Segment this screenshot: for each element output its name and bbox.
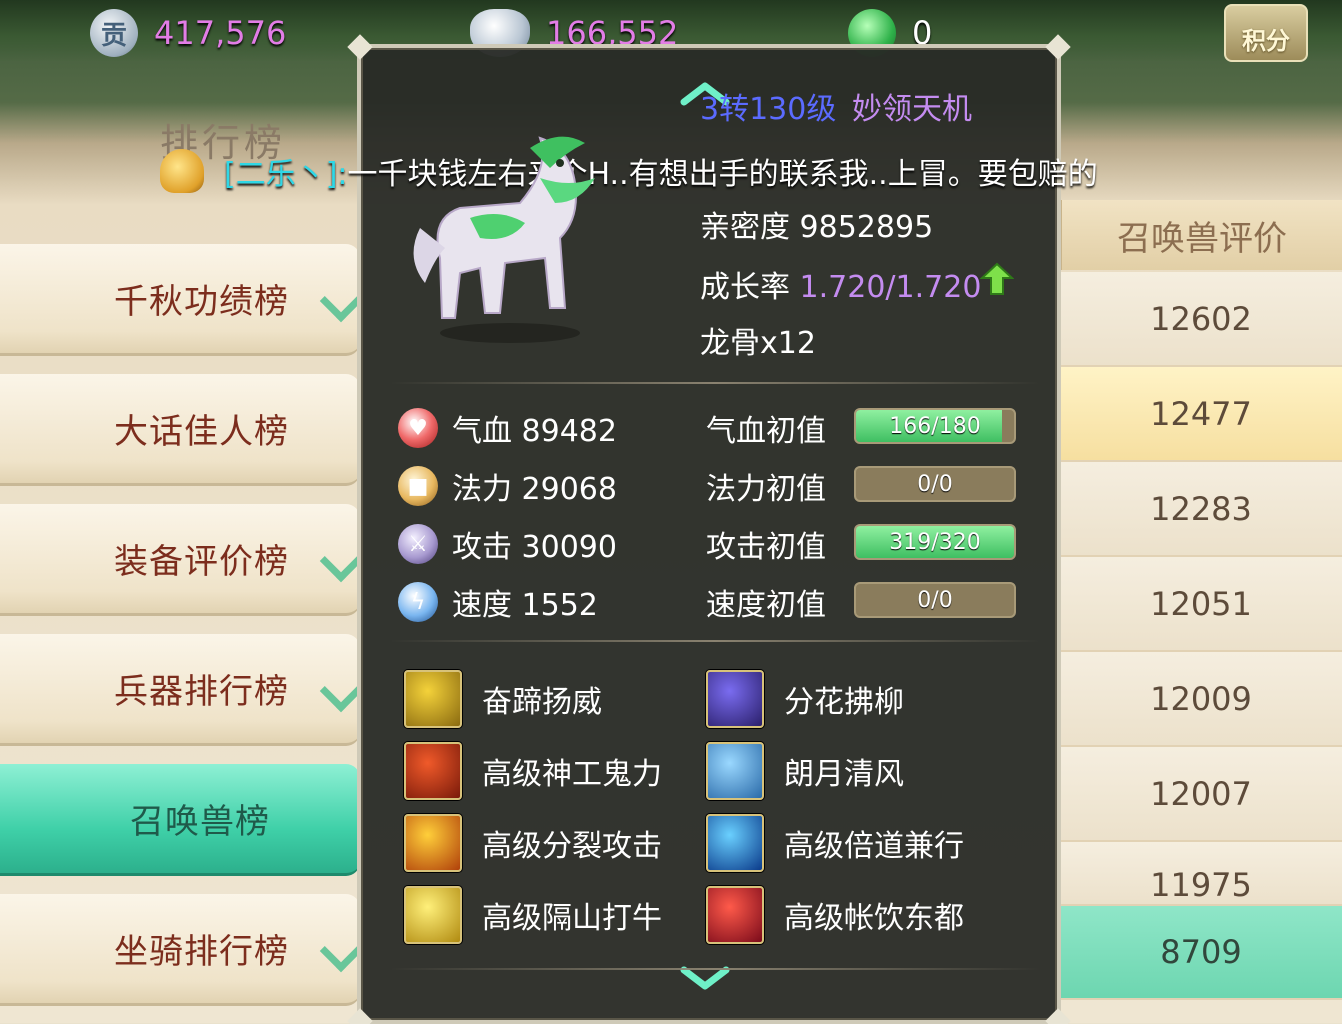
sidebar-item-equipment[interactable]: 装备评价榜 (0, 504, 363, 616)
stat-speed: ϟ 速度 1552 (398, 580, 598, 624)
skill-slot[interactable]: 高级神工鬼力 (404, 742, 662, 800)
skill-icon (706, 742, 764, 800)
divider (390, 968, 1040, 970)
sidebar-item-beauty[interactable]: 大话佳人榜 (0, 374, 360, 486)
bar-text: 166/180 (889, 413, 981, 439)
pet-item: 龙骨x12 (700, 326, 816, 361)
skill-slot[interactable]: 高级分裂攻击 (404, 814, 662, 872)
skill-slot[interactable]: 分花拂柳 (706, 670, 904, 728)
skill-slot[interactable]: 高级帐饮东都 (706, 886, 964, 944)
skill-name: 高级帐饮东都 (784, 901, 964, 936)
skill-name: 分花拂柳 (784, 685, 904, 720)
mana-icon: ■ (398, 466, 438, 506)
skill-slot[interactable]: 奋蹄扬威 (404, 670, 602, 728)
skill-name: 朗月清风 (784, 757, 904, 792)
contribution-currency: 贡 417,576 (90, 6, 286, 60)
growth-up-arrow-icon (980, 262, 1014, 295)
chevron-down-icon (319, 669, 363, 713)
skill-icon (404, 886, 462, 944)
table-row-score[interactable]: 12051 (1060, 557, 1342, 652)
world-chat-broadcast[interactable]: [二乐丶]: 一千块钱左右来个H..有想出手的联系我..上冒。要包赔的 (160, 146, 1098, 196)
growth-label: 成长率 (700, 270, 790, 305)
sidebar-item-label: 装备评价榜 (114, 542, 289, 582)
stat-attack-init-label: 攻击初值 (706, 530, 826, 565)
pet-growth: 成长率 1.720/1.720 (700, 262, 981, 306)
divider (390, 382, 1040, 384)
skill-slot[interactable]: 高级隔山打牛 (404, 886, 662, 944)
stat-speed-init-label: 速度初值 (706, 588, 826, 623)
growth-value: 1.720/1.720 (799, 270, 982, 305)
stat-hp-init-label: 气血初值 (706, 414, 826, 449)
sidebar-item-label: 召唤兽榜 (130, 802, 270, 842)
stat-mp-init-label: 法力初值 (706, 472, 826, 507)
skill-icon (706, 814, 764, 872)
table-row-score[interactable]: 12009 (1060, 652, 1342, 747)
sidebar-item-mount[interactable]: 坐骑排行榜 (0, 894, 363, 1006)
contribution-coin-icon: 贡 (90, 9, 138, 57)
stat-attack: ⚔ 攻击 30090 (398, 522, 617, 566)
sidebar-item-label: 大话佳人榜 (114, 412, 289, 452)
table-row-score[interactable]: 12283 (1060, 462, 1342, 557)
skill-name: 高级倍道兼行 (784, 829, 964, 864)
table-row-score[interactable]: 12602 (1060, 272, 1342, 367)
skill-icon (404, 670, 462, 728)
stat-hp: ♥ 气血 89482 (398, 406, 617, 450)
skill-slot[interactable]: 高级倍道兼行 (706, 814, 964, 872)
bar-text: 0/0 (917, 587, 953, 613)
stat-hp-init-bar: 166/180 (854, 408, 1016, 444)
skill-name: 高级神工鬼力 (482, 757, 662, 792)
skill-icon (404, 742, 462, 800)
table-row-score[interactable]: 12477 (1060, 367, 1342, 462)
stat-attack-init-bar: 319/320 (854, 524, 1016, 560)
skill-icon (404, 814, 462, 872)
pet-name: 妙领天机 (852, 92, 972, 127)
chevron-down-icon (319, 929, 363, 973)
frame-corner (1045, 1008, 1071, 1024)
chat-sender: [二乐丶]: (224, 157, 348, 192)
skill-name: 高级分裂攻击 (482, 829, 662, 864)
lightning-icon: ϟ (398, 582, 438, 622)
table-row-score[interactable]: 11975 (1060, 842, 1342, 906)
skill-slot[interactable]: 朗月清风 (706, 742, 904, 800)
my-rank-row-score[interactable]: 8709 (1060, 906, 1342, 1000)
pet-portrait (413, 136, 595, 343)
bar-text: 319/320 (889, 529, 981, 555)
stat-mp: ■ 法力 29068 (398, 464, 617, 508)
column-header-pet-score: 召唤兽评价 (1060, 200, 1342, 270)
skill-name: 高级隔山打牛 (482, 901, 662, 936)
chevron-down-icon (319, 279, 363, 323)
stat-hp-value: 气血 89482 (452, 414, 617, 449)
sidebar-item-weapon[interactable]: 兵器排行榜 (0, 634, 363, 746)
intimacy-value: 9852895 (799, 210, 934, 245)
sword-icon: ⚔ (398, 524, 438, 564)
chevron-down-icon (319, 539, 363, 583)
intimacy-label: 亲密度 (700, 210, 790, 245)
stat-speed-init-bar: 0/0 (854, 582, 1016, 618)
pet-level: 3转130级 (700, 92, 837, 127)
stat-attack-value: 攻击 30090 (452, 530, 617, 565)
bell-icon (160, 149, 204, 193)
score-button[interactable]: 积分 (1224, 4, 1308, 62)
skill-name: 奋蹄扬威 (482, 685, 602, 720)
sidebar-item-label: 兵器排行榜 (114, 672, 289, 712)
frame-corner (347, 1008, 373, 1024)
stat-mp-value: 法力 29068 (452, 472, 617, 507)
sidebar-item-label: 千秋功绩榜 (114, 282, 289, 322)
heart-icon: ♥ (398, 408, 438, 448)
sidebar-item-summon[interactable]: 召唤兽榜 (0, 764, 360, 876)
stat-speed-value: 速度 1552 (452, 588, 598, 623)
table-row-score[interactable]: 12007 (1060, 747, 1342, 842)
divider (390, 640, 1040, 642)
pet-intimacy: 亲密度 9852895 (700, 202, 933, 246)
stat-mp-init-bar: 0/0 (854, 466, 1016, 502)
bar-text: 0/0 (917, 471, 953, 497)
contribution-value: 417,576 (154, 14, 287, 52)
skill-icon (706, 670, 764, 728)
sidebar-item-label: 坐骑排行榜 (114, 932, 289, 972)
sidebar-item-merit[interactable]: 千秋功绩榜 (0, 244, 363, 356)
skill-icon (706, 886, 764, 944)
